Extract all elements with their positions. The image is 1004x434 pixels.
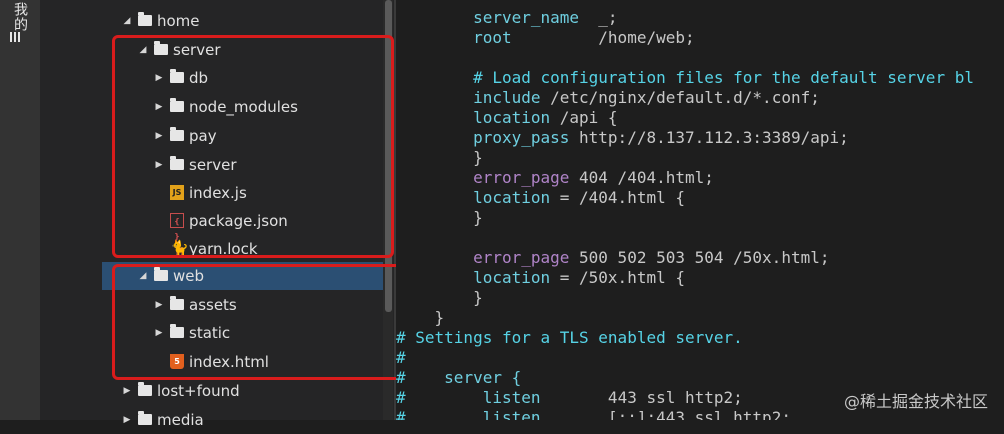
- code-keyword: server_name: [396, 8, 580, 27]
- activity-bar: 我的: [0, 0, 40, 420]
- code-line[interactable]: }: [396, 148, 483, 168]
- code-line[interactable]: proxy_pass http://8.137.112.3:3389/api;: [396, 128, 849, 148]
- code-text: = /404.html {: [550, 188, 685, 207]
- stack-icon[interactable]: [10, 32, 22, 42]
- code-line[interactable]: }: [396, 288, 483, 308]
- code-text: 500 502 503 504 /50x.html;: [569, 248, 830, 267]
- code-line[interactable]: }: [396, 308, 445, 328]
- tree-item-label: lost+found: [157, 382, 240, 400]
- code-keyword: include: [396, 88, 541, 107]
- code-comment: #: [396, 408, 406, 420]
- tree-item-media[interactable]: ▶ media: [62, 406, 394, 434]
- folder-icon: [138, 382, 152, 396]
- code-line[interactable]: location /api {: [396, 108, 618, 128]
- code-line[interactable]: server_name _;: [396, 8, 618, 28]
- code-line[interactable]: error_page 404 /404.html;: [396, 168, 714, 188]
- code-line[interactable]: # server {: [396, 368, 521, 388]
- code-line[interactable]: location = /50x.html {: [396, 268, 685, 288]
- tree-item-home[interactable]: ◢ home: [62, 7, 394, 35]
- code-text: }: [396, 288, 483, 307]
- code-comment: #: [396, 368, 406, 387]
- code-text: /api {: [550, 108, 618, 127]
- code-editor[interactable]: server_name _; root /home/web; # Load co…: [396, 0, 1004, 420]
- code-text: }: [396, 308, 445, 327]
- tree-item-label: home: [157, 12, 200, 30]
- tree-item-lost-found[interactable]: ▶ lost+found: [62, 377, 394, 405]
- code-line[interactable]: # Settings for a TLS enabled server.: [396, 328, 743, 348]
- code-comment: #: [396, 348, 406, 367]
- code-text: }: [396, 208, 483, 227]
- chevron-right-icon[interactable]: ▶: [122, 406, 132, 434]
- code-directive: error_page: [396, 168, 570, 187]
- chevron-right-icon[interactable]: ▶: [122, 377, 132, 405]
- code-keyword: location: [396, 188, 551, 207]
- code-directive: error_page: [396, 248, 570, 267]
- code-keyword: root: [396, 28, 512, 47]
- web-folder-highlight: [112, 264, 412, 380]
- code-text: /home/web;: [511, 28, 695, 47]
- chevron-expanded-icon[interactable]: ◢: [122, 7, 132, 35]
- code-keyword: location: [396, 108, 551, 127]
- code-line[interactable]: }: [396, 208, 483, 228]
- code-comment: # Settings for a TLS enabled server.: [396, 328, 743, 347]
- code-text: http://8.137.112.3:3389/api;: [569, 128, 849, 147]
- code-comment: # Load configuration files for the defau…: [396, 68, 974, 87]
- code-line[interactable]: location = /404.html {: [396, 188, 685, 208]
- activity-bar-label[interactable]: 我的: [9, 2, 28, 32]
- code-line[interactable]: # listen 443 ssl http2;: [396, 388, 743, 408]
- code-line[interactable]: error_page 500 502 503 504 /50x.html;: [396, 248, 829, 268]
- code-comment: #: [396, 388, 406, 407]
- code-line[interactable]: #: [396, 348, 406, 368]
- folder-icon: [138, 12, 152, 26]
- code-text: _;: [579, 8, 618, 27]
- code-text: = /50x.html {: [550, 268, 685, 287]
- server-folder-highlight: [112, 35, 394, 258]
- code-line[interactable]: root /home/web;: [396, 28, 695, 48]
- code-keyword: proxy_pass: [396, 128, 570, 147]
- watermark: @稀土掘金技术社区: [843, 392, 988, 411]
- code-line[interactable]: # listen [::]:443 ssl http2;: [396, 408, 791, 420]
- code-keyword: server {: [405, 368, 522, 387]
- code-text: 443 ssl http2;: [540, 388, 743, 407]
- code-keyword: location: [396, 268, 551, 287]
- tree-item-label: media: [157, 411, 204, 429]
- code-text: [::]:443 ssl http2;: [540, 408, 791, 420]
- code-text: /etc/nginx/default.d/*.conf;: [540, 88, 820, 107]
- code-keyword: listen: [405, 408, 541, 420]
- code-text: 404 /404.html;: [569, 168, 714, 187]
- code-line[interactable]: # Load configuration files for the defau…: [396, 68, 974, 88]
- code-line[interactable]: include /etc/nginx/default.d/*.conf;: [396, 88, 820, 108]
- code-keyword: listen: [405, 388, 541, 407]
- code-text: }: [396, 148, 483, 167]
